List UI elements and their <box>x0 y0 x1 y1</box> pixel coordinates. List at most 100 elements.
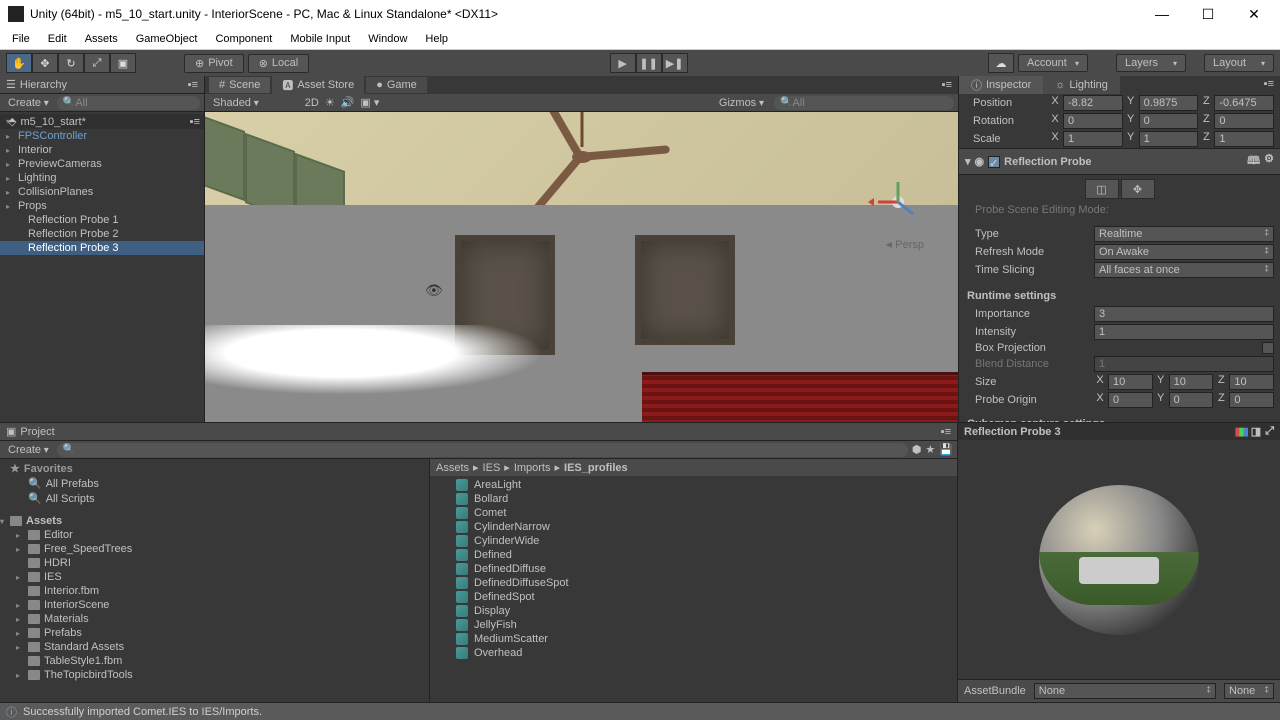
inspector-tab[interactable]: ⓘInspector <box>959 76 1043 94</box>
asset-item[interactable]: Bollard <box>430 492 957 506</box>
rotation-z[interactable]: 0 <box>1214 113 1274 129</box>
breadcrumb-item[interactable]: Imports <box>514 462 551 474</box>
expand-icon[interactable]: ▸ <box>16 573 20 582</box>
scale-z[interactable]: 1 <box>1214 131 1274 147</box>
component-enable-checkbox[interactable]: ✓ <box>988 156 1000 168</box>
2d-toggle[interactable]: 2D <box>305 97 319 109</box>
menu-assets[interactable]: Assets <box>77 31 126 47</box>
scale-tool[interactable]: ⤢ <box>84 53 110 73</box>
hand-tool[interactable]: ✋ <box>6 53 32 73</box>
step-button[interactable]: ▶❚ <box>662 53 688 73</box>
menu-help[interactable]: Help <box>417 31 456 47</box>
hierarchy-item[interactable]: ▸Interior <box>0 143 204 157</box>
local-toggle[interactable]: ⊗Local <box>248 54 310 73</box>
folder-item[interactable]: TableStyle1.fbm <box>0 654 429 668</box>
filter-icon[interactable]: ★ <box>925 443 935 456</box>
scene-tab[interactable]: #Scene <box>209 77 270 93</box>
scene-menu-icon[interactable]: ▪≡ <box>190 116 200 128</box>
settings-icon[interactable]: ⚙ <box>1264 152 1274 171</box>
asset-item[interactable]: CylinderNarrow <box>430 520 957 534</box>
asset-item[interactable]: JellyFish <box>430 618 957 632</box>
asset-item[interactable]: Display <box>430 604 957 618</box>
asset-item[interactable]: DefinedDiffuseSpot <box>430 576 957 590</box>
panel-menu-icon[interactable]: ▪≡ <box>941 426 951 438</box>
account-dropdown[interactable]: Account <box>1018 54 1088 72</box>
maximize-button[interactable]: ☐ <box>1194 6 1222 23</box>
pause-button[interactable]: ❚❚ <box>636 53 662 73</box>
hierarchy-item[interactable]: ▸CollisionPlanes <box>0 185 204 199</box>
expand-icon[interactable]: ▾ <box>0 517 4 526</box>
fx-toggle[interactable]: ▣ ▾ <box>360 96 379 109</box>
asset-item[interactable]: DefinedSpot <box>430 590 957 604</box>
folder-item[interactable]: ▸Free_SpeedTrees <box>0 542 429 556</box>
expand-icon[interactable]: ▾ <box>6 117 10 126</box>
scene-search[interactable]: 🔍All <box>774 96 954 110</box>
hierarchy-tab[interactable]: ☰ Hierarchy ▪≡ <box>0 76 204 94</box>
hierarchy-item[interactable]: Reflection Probe 2 <box>0 227 204 241</box>
menu-mobileinput[interactable]: Mobile Input <box>282 31 358 47</box>
orientation-gizmo[interactable] <box>868 172 928 232</box>
expand-icon[interactable]: ▸ <box>16 601 20 610</box>
hierarchy-search[interactable]: 🔍All <box>57 96 200 110</box>
mipmap-icon[interactable]: ◨ <box>1251 425 1261 438</box>
rect-tool[interactable]: ▣ <box>110 53 136 73</box>
expand-icon[interactable]: ▸ <box>6 160 10 169</box>
scale-x[interactable]: 1 <box>1063 131 1123 147</box>
origin-y[interactable]: 0 <box>1169 392 1214 408</box>
asset-item[interactable]: MediumScatter <box>430 632 957 646</box>
perspective-label[interactable]: ◂ Persp <box>886 237 924 251</box>
asset-item[interactable]: CylinderWide <box>430 534 957 548</box>
expand-icon[interactable]: ▸ <box>16 629 20 638</box>
rgb-icon[interactable]: ▮▮▮ <box>1235 425 1247 438</box>
folder-item[interactable]: HDRI <box>0 556 429 570</box>
audio-toggle[interactable]: 🔊 <box>341 96 355 109</box>
position-x[interactable]: -8.82 <box>1063 95 1123 111</box>
expand-icon[interactable]: ▸ <box>6 202 10 211</box>
menu-file[interactable]: File <box>4 31 38 47</box>
expand-icon[interactable]: ▸ <box>16 531 20 540</box>
folder-item[interactable]: ▸Prefabs <box>0 626 429 640</box>
position-z[interactable]: -0.6475 <box>1214 95 1274 111</box>
favorite-item[interactable]: 🔍All Prefabs <box>0 476 429 491</box>
size-y[interactable]: 10 <box>1169 374 1214 390</box>
panel-menu-icon[interactable]: ▪≡ <box>942 79 958 91</box>
lighting-tab[interactable]: ☼Lighting <box>1043 76 1120 94</box>
hierarchy-item[interactable]: ▸Props <box>0 199 204 213</box>
menu-edit[interactable]: Edit <box>40 31 75 47</box>
rotation-y[interactable]: 0 <box>1139 113 1199 129</box>
pivot-toggle[interactable]: ⊕Pivot <box>184 54 244 73</box>
layers-dropdown[interactable]: Layers <box>1116 54 1186 72</box>
breadcrumb-current[interactable]: IES_profiles <box>564 462 628 474</box>
expand-icon[interactable]: ▸ <box>16 545 20 554</box>
expand-icon[interactable]: ▸ <box>6 146 10 155</box>
hierarchy-item[interactable]: ▸FPSController <box>0 129 204 143</box>
panel-menu-icon[interactable]: ▪≡ <box>1258 76 1280 94</box>
breadcrumb-item[interactable]: Assets <box>436 462 469 474</box>
close-button[interactable]: ✕ <box>1240 6 1268 23</box>
shading-dropdown[interactable]: Shaded ▾ <box>209 96 263 110</box>
expand-icon[interactable]: ▸ <box>16 615 20 624</box>
statusbar[interactable]: ⓘ Successfully imported Comet.IES to IES… <box>0 702 1280 720</box>
hierarchy-item[interactable]: ▸PreviewCameras <box>0 157 204 171</box>
hierarchy-item[interactable]: ▸Lighting <box>0 171 204 185</box>
size-z[interactable]: 10 <box>1229 374 1274 390</box>
breadcrumb-item[interactable]: IES <box>483 462 501 474</box>
assetstore-tab[interactable]: 🅰Asset Store <box>272 75 364 95</box>
origin-z[interactable]: 0 <box>1229 392 1274 408</box>
component-header[interactable]: ▾ ◉ ✓ Reflection Probe 🕮 ⚙ <box>959 148 1280 175</box>
boxproj-checkbox[interactable] <box>1262 342 1274 354</box>
asset-item[interactable]: Comet <box>430 506 957 520</box>
asset-item[interactable]: AreaLight <box>430 478 957 492</box>
preview-header[interactable]: Reflection Probe 3 ▮▮▮ ◨ ⤢ <box>958 423 1280 440</box>
folder-item[interactable]: ▸Editor <box>0 528 429 542</box>
folder-item[interactable]: ▸Materials <box>0 612 429 626</box>
expand-icon[interactable]: ▸ <box>16 643 20 652</box>
refresh-dropdown[interactable]: On Awake <box>1094 244 1274 260</box>
assets-root[interactable]: ▾Assets <box>0 514 429 528</box>
assetbundle-dropdown[interactable]: None <box>1034 683 1216 699</box>
create-dropdown[interactable]: Create ▾ <box>4 96 53 110</box>
layout-dropdown[interactable]: Layout <box>1204 54 1274 72</box>
scale-y[interactable]: 1 <box>1139 131 1199 147</box>
expand-icon[interactable]: ▸ <box>6 188 10 197</box>
folder-item[interactable]: ▸TheTopicbirdTools <box>0 668 429 682</box>
